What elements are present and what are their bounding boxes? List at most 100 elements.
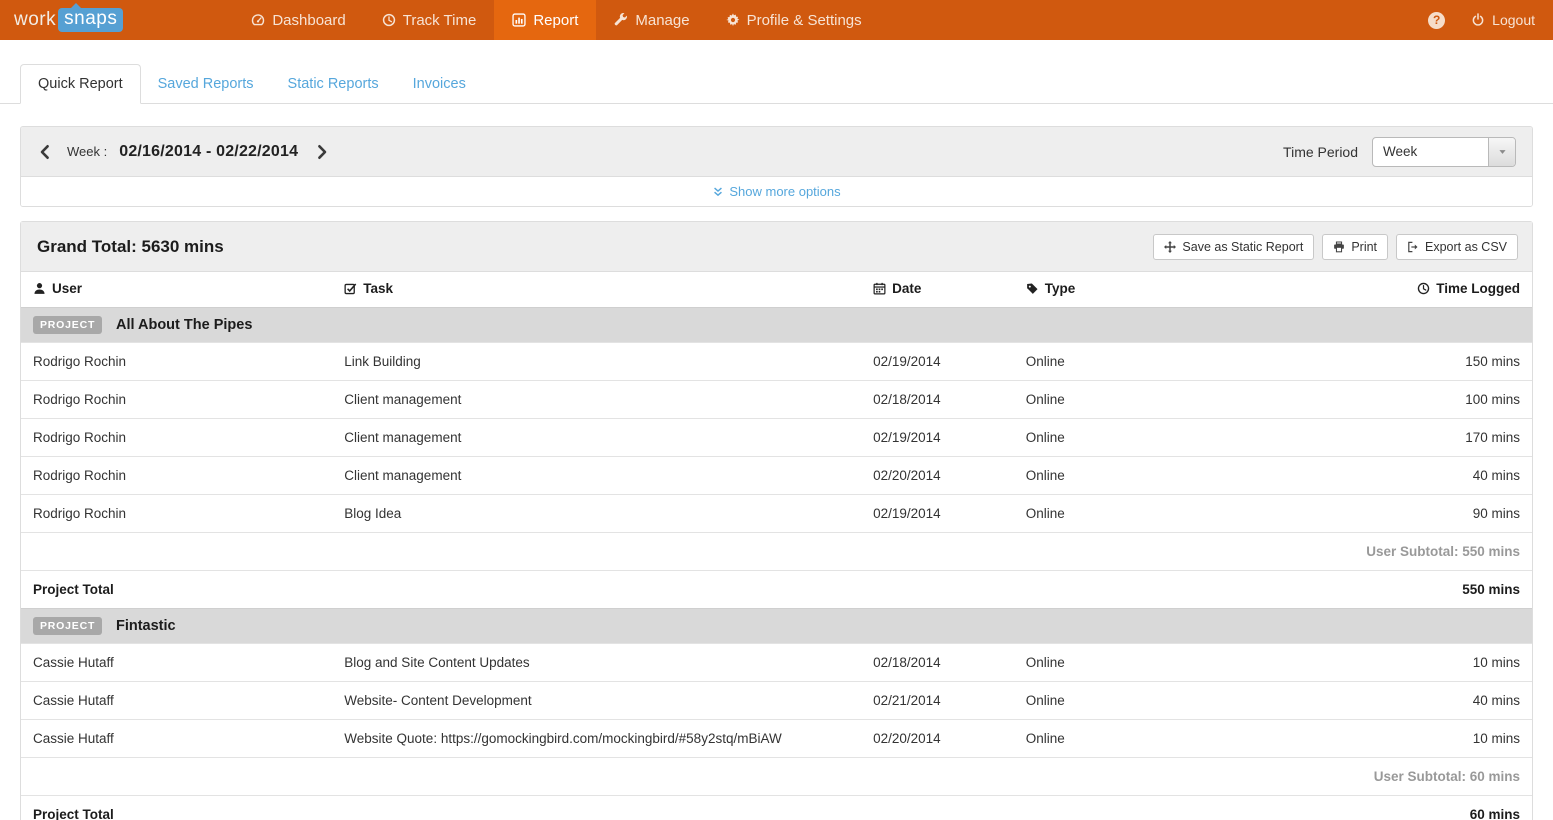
previous-week-button[interactable]	[37, 143, 55, 161]
project-name: All About The Pipes	[116, 317, 252, 333]
wrench-icon	[614, 13, 628, 27]
report-row: Rodrigo Rochin Client management 02/18/2…	[21, 381, 1532, 419]
clock-icon	[1417, 282, 1430, 295]
print-icon	[1333, 241, 1345, 253]
nav-item-label: Dashboard	[272, 12, 345, 29]
button-label: Print	[1351, 240, 1377, 254]
cell-date: 02/20/2014	[861, 457, 1014, 495]
bar-chart-icon	[512, 13, 526, 27]
nav-right: ? Logout	[1428, 0, 1553, 40]
report-tabs: Quick Report Saved Reports Static Report…	[0, 40, 1553, 104]
cell-user: Rodrigo Rochin	[21, 343, 332, 381]
nav-item-manage[interactable]: Manage	[596, 0, 707, 40]
gear-icon	[726, 13, 740, 27]
logo-bubble-pointer	[70, 3, 82, 9]
column-header-row: User Task Date Type Time Logged	[21, 272, 1532, 308]
show-more-options-label: Show more options	[729, 184, 840, 199]
cell-user: Cassie Hutaff	[21, 644, 332, 682]
user-subtotal-row: User Subtotal: 550 mins	[21, 533, 1532, 571]
time-period-group: Time Period Week	[1283, 137, 1516, 167]
calendar-icon	[873, 282, 886, 295]
tab-quick-report[interactable]: Quick Report	[20, 64, 141, 104]
cell-time: 40 mins	[1154, 682, 1532, 720]
report-row: Rodrigo Rochin Client management 02/20/2…	[21, 457, 1532, 495]
cell-time: 10 mins	[1154, 720, 1532, 758]
cell-time: 100 mins	[1154, 381, 1532, 419]
cell-date: 02/18/2014	[861, 644, 1014, 682]
user-subtotal: User Subtotal: 550 mins	[21, 533, 1532, 571]
print-button[interactable]: Print	[1322, 234, 1388, 260]
nav-item-label: Report	[533, 12, 578, 29]
report-row: Cassie Hutaff Website- Content Developme…	[21, 682, 1532, 720]
cell-time: 40 mins	[1154, 457, 1532, 495]
cell-date: 02/19/2014	[861, 495, 1014, 533]
nav-item-label: Track Time	[403, 12, 477, 29]
logout-button[interactable]: Logout	[1471, 12, 1535, 28]
dropdown-caret-button[interactable]	[1488, 138, 1515, 166]
user-icon	[33, 282, 46, 295]
cell-type: Online	[1014, 644, 1155, 682]
save-as-static-report-button[interactable]: Save as Static Report	[1153, 234, 1314, 260]
cell-time: 170 mins	[1154, 419, 1532, 457]
cell-user: Rodrigo Rochin	[21, 495, 332, 533]
time-period-label: Time Period	[1283, 144, 1358, 160]
cell-task: Client management	[332, 457, 861, 495]
cell-type: Online	[1014, 495, 1155, 533]
nav-menu: Dashboard Track Time Report Manage Profi…	[233, 0, 879, 40]
help-icon[interactable]: ?	[1428, 12, 1445, 29]
report-panel: Grand Total: 5630 mins Save as Static Re…	[20, 221, 1533, 820]
report-header: Grand Total: 5630 mins Save as Static Re…	[21, 222, 1532, 272]
cell-user: Rodrigo Rochin	[21, 457, 332, 495]
cell-task: Blog Idea	[332, 495, 861, 533]
top-nav: work snaps Dashboard Track Time Report M…	[0, 0, 1553, 40]
logout-label: Logout	[1492, 12, 1535, 28]
logo-bubble: snaps	[58, 8, 123, 32]
double-chevron-down-icon	[712, 186, 724, 198]
tab-saved-reports[interactable]: Saved Reports	[141, 65, 271, 103]
report-row: Rodrigo Rochin Client management 02/19/2…	[21, 419, 1532, 457]
report-table-head: User Task Date Type Time Logged	[21, 272, 1532, 308]
worksnaps-logo[interactable]: work snaps	[0, 0, 137, 40]
tab-static-reports[interactable]: Static Reports	[271, 65, 396, 103]
nav-item-track-time[interactable]: Track Time	[364, 0, 495, 40]
export-as-csv-button[interactable]: Export as CSV	[1396, 234, 1518, 260]
report-row: Cassie Hutaff Blog and Site Content Upda…	[21, 644, 1532, 682]
project-total-row: Project Total 550 mins	[21, 571, 1532, 609]
cell-type: Online	[1014, 682, 1155, 720]
cell-time: 10 mins	[1154, 644, 1532, 682]
report-table: User Task Date Type Time Logged PROJECT …	[21, 272, 1532, 820]
cell-user: Cassie Hutaff	[21, 720, 332, 758]
column-header-time-logged: Time Logged	[1154, 272, 1532, 308]
export-icon	[1407, 241, 1419, 253]
chevron-right-icon	[314, 144, 330, 160]
tab-invoices[interactable]: Invoices	[396, 65, 483, 103]
week-label: Week :	[67, 144, 107, 159]
report-row: Cassie Hutaff Website Quote: https://gom…	[21, 720, 1532, 758]
cell-task: Website- Content Development	[332, 682, 861, 720]
nav-item-profile-settings[interactable]: Profile & Settings	[708, 0, 880, 40]
cell-time: 90 mins	[1154, 495, 1532, 533]
time-period-select[interactable]: Week	[1372, 137, 1516, 167]
project-total-label: Project Total	[21, 571, 1154, 609]
cell-task: Client management	[332, 381, 861, 419]
power-icon	[1471, 13, 1485, 27]
cell-date: 02/18/2014	[861, 381, 1014, 419]
nav-item-dashboard[interactable]: Dashboard	[233, 0, 363, 40]
next-week-button[interactable]	[314, 143, 332, 161]
cell-type: Online	[1014, 720, 1155, 758]
report-row: Rodrigo Rochin Link Building 02/19/2014 …	[21, 343, 1532, 381]
chevron-left-icon	[37, 144, 53, 160]
cell-type: Online	[1014, 419, 1155, 457]
project-total-row: Project Total 60 mins	[21, 796, 1532, 820]
task-check-icon	[344, 282, 357, 295]
report-row: Rodrigo Rochin Blog Idea 02/19/2014 Onli…	[21, 495, 1532, 533]
show-more-options-link[interactable]: Show more options	[712, 184, 840, 199]
nav-item-report[interactable]: Report	[494, 0, 596, 40]
project-name: Fintastic	[116, 618, 176, 634]
project-total-value: 550 mins	[1154, 571, 1532, 609]
time-period-value: Week	[1373, 144, 1417, 159]
column-header-task: Task	[332, 272, 861, 308]
user-subtotal-row: User Subtotal: 60 mins	[21, 758, 1532, 796]
project-badge: PROJECT	[33, 316, 102, 334]
caret-down-icon	[1497, 146, 1508, 157]
